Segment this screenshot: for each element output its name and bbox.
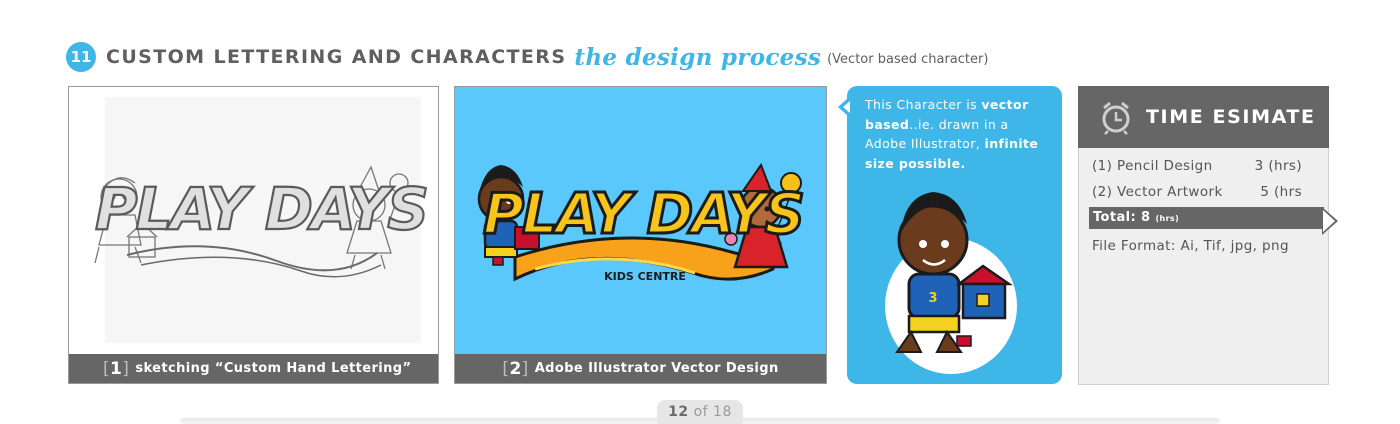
total-pages-number: 18 [713, 404, 732, 420]
sketch-artwork-image: PLAY DAYS [94, 97, 430, 343]
estimate-row-value: 5 (hrs [1260, 184, 1302, 200]
time-estimate-list: (1) Pencil Design 3 (hrs) (2) Vector Art… [1079, 153, 1328, 259]
page-of-label: of [693, 404, 709, 420]
page-title: CUSTOM LETTERING AND CHARACTERS [106, 46, 567, 68]
vector-artwork-image: PLAY DAYS KIDS CENTRE [477, 162, 806, 283]
page-note: (Vector based character) [827, 51, 989, 67]
estimate-total-row: Total: 8 (hrs) [1089, 207, 1324, 229]
estimate-row: (2) Vector Artwork 5 (hrs [1079, 179, 1328, 205]
vector-caption-text: Adobe Illustrator Vector Design [534, 361, 779, 376]
vector-step-number: [2] [502, 358, 529, 379]
time-estimate-panel: TIME ESIMATE (1) Pencil Design 3 (hrs) (… [1078, 86, 1329, 385]
sketch-panel: PLAY DAYS [1] sketching “Custom Hand Let… [68, 86, 439, 384]
sketch-logo-text: PLAY DAYS [95, 175, 427, 243]
vector-note-card: This Character is vector based..ie. draw… [838, 86, 1062, 384]
page-subtitle-script: the design process [574, 43, 822, 71]
estimate-total-label: Total: 8 [1093, 210, 1151, 225]
page-indicator: 12 of 18 [657, 400, 743, 424]
alarm-clock-icon [1102, 101, 1130, 135]
sketch-caption: [1] sketching “Custom Hand Lettering” [69, 354, 438, 383]
sketch-caption-text: sketching “Custom Hand Lettering” [135, 361, 412, 376]
current-page-number: 12 [668, 404, 689, 420]
file-format-row: File Format: Ai, Tif, jpg, png [1092, 238, 1289, 254]
estimate-row-label: (1) Pencil Design [1092, 158, 1213, 174]
time-estimate-header: TIME ESIMATE [1078, 86, 1329, 148]
section-number-badge: 11 [66, 42, 96, 72]
sketch-step-number: [1] [103, 358, 130, 379]
character-sticker-image: 3 [885, 192, 1017, 374]
time-estimate-title: TIME ESIMATE [1146, 106, 1316, 128]
estimate-total-unit: (hrs) [1155, 214, 1180, 223]
vector-note-text: This Character is vector based..ie. draw… [865, 97, 1039, 171]
estimate-row-value: 3 (hrs) [1254, 158, 1302, 174]
vector-logo-text: PLAY DAYS [483, 182, 803, 247]
vector-caption: [2] Adobe Illustrator Vector Design [455, 354, 826, 383]
total-arrow-icon [1322, 207, 1338, 235]
svg-text:3: 3 [928, 291, 937, 306]
estimate-row-label: (2) Vector Artwork [1092, 184, 1223, 200]
page-header: 11 CUSTOM LETTERING AND CHARACTERS the d… [66, 40, 988, 74]
vector-panel: PLAY DAYS KIDS CENTRE [2] Adobe Illustra… [454, 86, 827, 384]
estimate-row: (1) Pencil Design 3 (hrs) [1079, 153, 1328, 179]
vector-logo-subtitle: KIDS CENTRE [604, 270, 686, 283]
